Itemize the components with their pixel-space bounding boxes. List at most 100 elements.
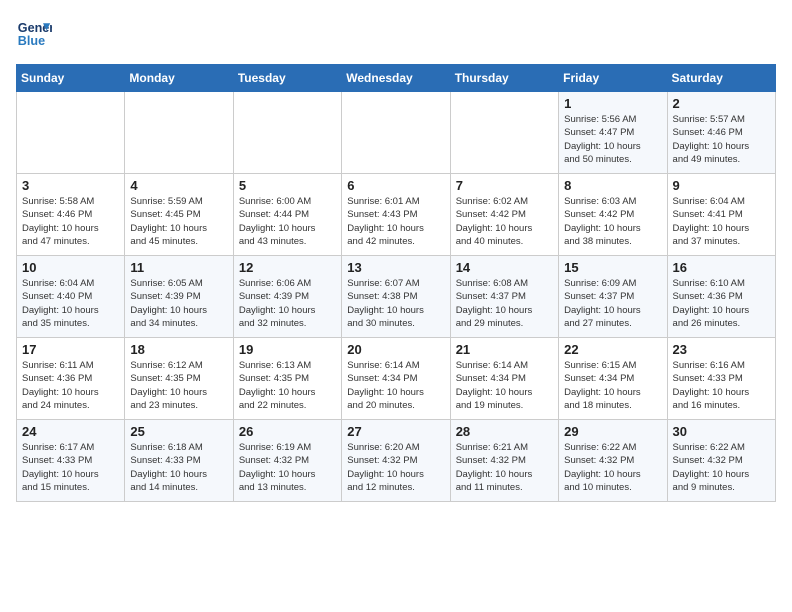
day-number: 4 [130, 178, 227, 193]
day-number: 11 [130, 260, 227, 275]
day-number: 23 [673, 342, 770, 357]
day-info: Sunrise: 6:06 AM Sunset: 4:39 PM Dayligh… [239, 277, 336, 330]
day-number: 6 [347, 178, 444, 193]
day-number: 15 [564, 260, 661, 275]
day-info: Sunrise: 6:00 AM Sunset: 4:44 PM Dayligh… [239, 195, 336, 248]
calendar-cell: 2Sunrise: 5:57 AM Sunset: 4:46 PM Daylig… [667, 92, 775, 174]
day-number: 3 [22, 178, 119, 193]
day-number: 13 [347, 260, 444, 275]
day-number: 19 [239, 342, 336, 357]
day-info: Sunrise: 6:14 AM Sunset: 4:34 PM Dayligh… [456, 359, 553, 412]
calendar-cell: 5 Sunrise: 6:00 AM Sunset: 4:44 PM Daylig… [233, 174, 341, 256]
calendar-cell: 11 Sunrise: 6:05 AM Sunset: 4:39 PM Dayli… [125, 256, 233, 338]
day-info: Sunrise: 6:05 AM Sunset: 4:39 PM Dayligh… [130, 277, 227, 330]
calendar-cell: 13 Sunrise: 6:07 AM Sunset: 4:38 PM Dayli… [342, 256, 450, 338]
calendar-cell: 3 Sunrise: 5:58 AM Sunset: 4:46 PM Daylig… [17, 174, 125, 256]
calendar-cell: 23 Sunrise: 6:16 AM Sunset: 4:33 PM Dayli… [667, 338, 775, 420]
day-info: Sunrise: 6:13 AM Sunset: 4:35 PM Dayligh… [239, 359, 336, 412]
logo-icon: General Blue [16, 16, 52, 52]
calendar-cell: 1 Sunrise: 5:56 AM Sunset: 4:47 PM Daylig… [559, 92, 667, 174]
calendar-week-3: 10 Sunrise: 6:04 AM Sunset: 4:40 PM Dayli… [17, 256, 776, 338]
day-number: 17 [22, 342, 119, 357]
day-number: 27 [347, 424, 444, 439]
day-info: Sunrise: 6:19 AM Sunset: 4:32 PM Dayligh… [239, 441, 336, 494]
day-number: 8 [564, 178, 661, 193]
day-info: Sunrise: 5:58 AM Sunset: 4:46 PM Dayligh… [22, 195, 119, 248]
weekday-header-thursday: Thursday [450, 65, 558, 92]
day-number: 20 [347, 342, 444, 357]
day-number: 12 [239, 260, 336, 275]
day-info: Sunrise: 6:22 AM Sunset: 4:32 PM Dayligh… [564, 441, 661, 494]
calendar-cell: 24Sunrise: 6:17 AM Sunset: 4:33 PM Dayli… [17, 420, 125, 502]
day-info: Sunrise: 6:15 AM Sunset: 4:34 PM Dayligh… [564, 359, 661, 412]
day-number: 16 [673, 260, 770, 275]
day-number: 26 [239, 424, 336, 439]
day-number: 18 [130, 342, 227, 357]
weekday-header-sunday: Sunday [17, 65, 125, 92]
calendar-cell: 21 Sunrise: 6:14 AM Sunset: 4:34 PM Dayli… [450, 338, 558, 420]
day-info: Sunrise: 6:01 AM Sunset: 4:43 PM Dayligh… [347, 195, 444, 248]
weekday-header-monday: Monday [125, 65, 233, 92]
calendar-week-1: 1 Sunrise: 5:56 AM Sunset: 4:47 PM Daylig… [17, 92, 776, 174]
day-info: Sunrise: 6:10 AM Sunset: 4:36 PM Dayligh… [673, 277, 770, 330]
day-info: Sunrise: 5:57 AM Sunset: 4:46 PM Dayligh… [673, 113, 770, 166]
day-info: Sunrise: 6:02 AM Sunset: 4:42 PM Dayligh… [456, 195, 553, 248]
day-number: 29 [564, 424, 661, 439]
calendar-cell: 9 Sunrise: 6:04 AM Sunset: 4:41 PM Daylig… [667, 174, 775, 256]
calendar-cell: 14Sunrise: 6:08 AM Sunset: 4:37 PM Dayli… [450, 256, 558, 338]
day-number: 25 [130, 424, 227, 439]
weekday-header-wednesday: Wednesday [342, 65, 450, 92]
calendar-cell [125, 92, 233, 174]
calendar-cell: 18 Sunrise: 6:12 AM Sunset: 4:35 PM Dayli… [125, 338, 233, 420]
calendar-cell: 25 Sunrise: 6:18 AM Sunset: 4:33 PM Dayli… [125, 420, 233, 502]
day-info: Sunrise: 6:16 AM Sunset: 4:33 PM Dayligh… [673, 359, 770, 412]
day-number: 10 [22, 260, 119, 275]
calendar-table: SundayMondayTuesdayWednesdayThursdayFrid… [16, 64, 776, 502]
day-info: Sunrise: 5:59 AM Sunset: 4:45 PM Dayligh… [130, 195, 227, 248]
day-number: 24 [22, 424, 119, 439]
day-info: Sunrise: 6:07 AM Sunset: 4:38 PM Dayligh… [347, 277, 444, 330]
day-number: 9 [673, 178, 770, 193]
calendar-cell: 26 Sunrise: 6:19 AM Sunset: 4:32 PM Dayli… [233, 420, 341, 502]
calendar-cell: 12 Sunrise: 6:06 AM Sunset: 4:39 PM Dayli… [233, 256, 341, 338]
day-info: Sunrise: 6:04 AM Sunset: 4:41 PM Dayligh… [673, 195, 770, 248]
calendar-cell: 17Sunrise: 6:11 AM Sunset: 4:36 PM Dayli… [17, 338, 125, 420]
calendar-cell: 29 Sunrise: 6:22 AM Sunset: 4:32 PM Dayli… [559, 420, 667, 502]
svg-text:Blue: Blue [18, 34, 45, 48]
day-info: Sunrise: 6:12 AM Sunset: 4:35 PM Dayligh… [130, 359, 227, 412]
calendar-cell: 6 Sunrise: 6:01 AM Sunset: 4:43 PM Daylig… [342, 174, 450, 256]
day-number: 7 [456, 178, 553, 193]
day-info: Sunrise: 6:21 AM Sunset: 4:32 PM Dayligh… [456, 441, 553, 494]
calendar-cell: 16 Sunrise: 6:10 AM Sunset: 4:36 PM Dayli… [667, 256, 775, 338]
weekday-header-friday: Friday [559, 65, 667, 92]
calendar-header: SundayMondayTuesdayWednesdayThursdayFrid… [17, 65, 776, 92]
calendar-cell: 27Sunrise: 6:20 AM Sunset: 4:32 PM Dayli… [342, 420, 450, 502]
calendar-week-5: 24Sunrise: 6:17 AM Sunset: 4:33 PM Dayli… [17, 420, 776, 502]
weekday-header-tuesday: Tuesday [233, 65, 341, 92]
day-info: Sunrise: 6:09 AM Sunset: 4:37 PM Dayligh… [564, 277, 661, 330]
calendar-body: 1 Sunrise: 5:56 AM Sunset: 4:47 PM Daylig… [17, 92, 776, 502]
weekday-header-saturday: Saturday [667, 65, 775, 92]
calendar-cell [233, 92, 341, 174]
day-info: Sunrise: 5:56 AM Sunset: 4:47 PM Dayligh… [564, 113, 661, 166]
calendar-cell: 15 Sunrise: 6:09 AM Sunset: 4:37 PM Dayli… [559, 256, 667, 338]
day-number: 1 [564, 96, 661, 111]
day-number: 5 [239, 178, 336, 193]
day-info: Sunrise: 6:22 AM Sunset: 4:32 PM Dayligh… [673, 441, 770, 494]
day-info: Sunrise: 6:04 AM Sunset: 4:40 PM Dayligh… [22, 277, 119, 330]
calendar-cell: 28 Sunrise: 6:21 AM Sunset: 4:32 PM Dayli… [450, 420, 558, 502]
calendar-cell [450, 92, 558, 174]
day-number: 21 [456, 342, 553, 357]
calendar-cell [342, 92, 450, 174]
calendar-cell: 8Sunrise: 6:03 AM Sunset: 4:42 PM Daylig… [559, 174, 667, 256]
day-number: 22 [564, 342, 661, 357]
day-number: 28 [456, 424, 553, 439]
calendar-cell [17, 92, 125, 174]
calendar-cell: 20Sunrise: 6:14 AM Sunset: 4:34 PM Dayli… [342, 338, 450, 420]
day-info: Sunrise: 6:18 AM Sunset: 4:33 PM Dayligh… [130, 441, 227, 494]
calendar-week-4: 17Sunrise: 6:11 AM Sunset: 4:36 PM Dayli… [17, 338, 776, 420]
calendar-cell: 22 Sunrise: 6:15 AM Sunset: 4:34 PM Dayli… [559, 338, 667, 420]
calendar-cell: 10 Sunrise: 6:04 AM Sunset: 4:40 PM Dayli… [17, 256, 125, 338]
day-number: 30 [673, 424, 770, 439]
calendar-cell: 7 Sunrise: 6:02 AM Sunset: 4:42 PM Daylig… [450, 174, 558, 256]
